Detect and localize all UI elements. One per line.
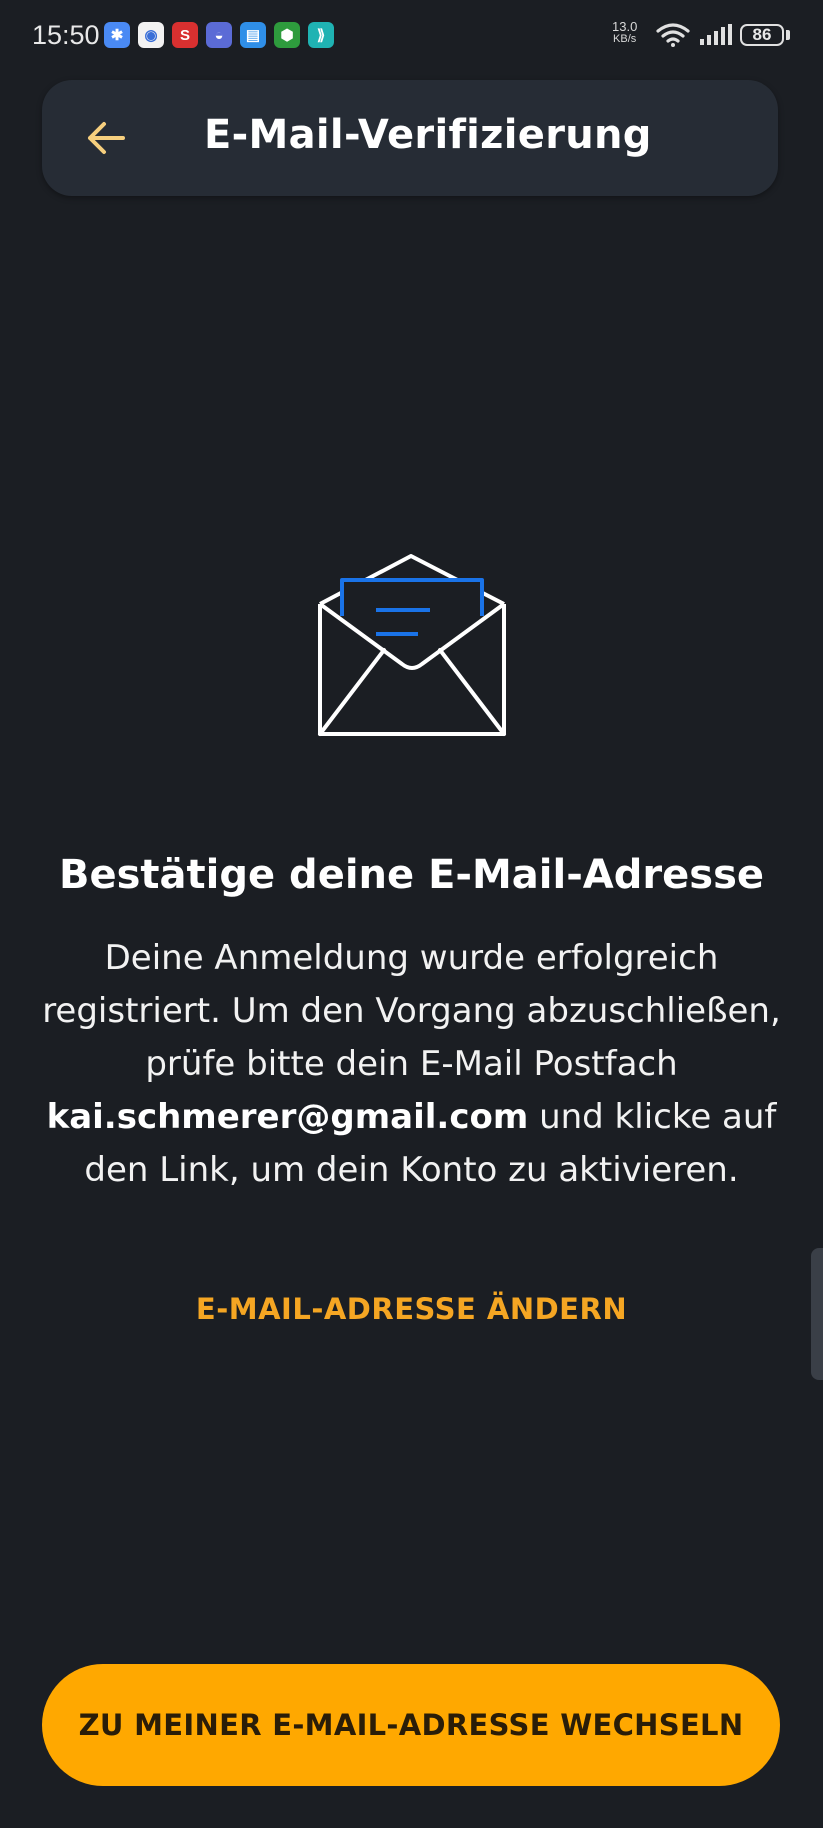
change-email-link[interactable]: E-MAIL-ADRESSE ÄNDERN [0,1292,823,1326]
chat-app-icon: ◒ [206,22,232,48]
teal-app-icon: ⟫ [308,22,334,48]
status-bar: 15:50 ✱ ◉ S ◒ ▤ ⬢ ⟫ 13.0 KB/s 86 [0,0,823,80]
pinwheel-app-icon: ✱ [104,22,130,48]
battery-indicator: 86 [740,24,784,46]
network-speed-unit: KB/s [613,33,637,45]
back-button[interactable] [78,110,134,166]
wifi-icon [656,23,690,47]
body-text-before: Deine Anmeldung wurde erfolgreich regist… [42,938,781,1084]
notification-icons: ✱ ◉ S ◒ ▤ ⬢ ⟫ [104,22,334,48]
email-address: kai.schmerer@gmail.com [46,1097,529,1137]
clipboard-app-icon: ▤ [240,22,266,48]
bubble-app-icon: ◉ [138,22,164,48]
page-title: E-Mail-Verifizierung [204,112,652,158]
arrow-left-icon [88,122,125,154]
open-envelope-icon [318,554,506,736]
edge-panel-handle[interactable] [811,1248,823,1380]
status-time: 15:50 [32,20,100,50]
shield-app-icon: ⬢ [274,22,300,48]
signal-icon [700,24,732,45]
network-speed: 13.0 KB/s [612,20,637,46]
headline: Bestätige deine E-Mail-Adresse [59,852,764,898]
battery-level: 86 [752,25,772,44]
app-bar: E-Mail-Verifizierung [42,80,778,196]
body-text: Deine Anmeldung wurde erfolgreich regist… [40,932,783,1197]
go-to-email-button[interactable]: ZU MEINER E-MAIL-ADRESSE WECHSELN [42,1664,780,1786]
network-speed-value: 13.0 [612,19,638,34]
battery-tip [786,30,790,40]
s-app-icon: S [172,22,198,48]
